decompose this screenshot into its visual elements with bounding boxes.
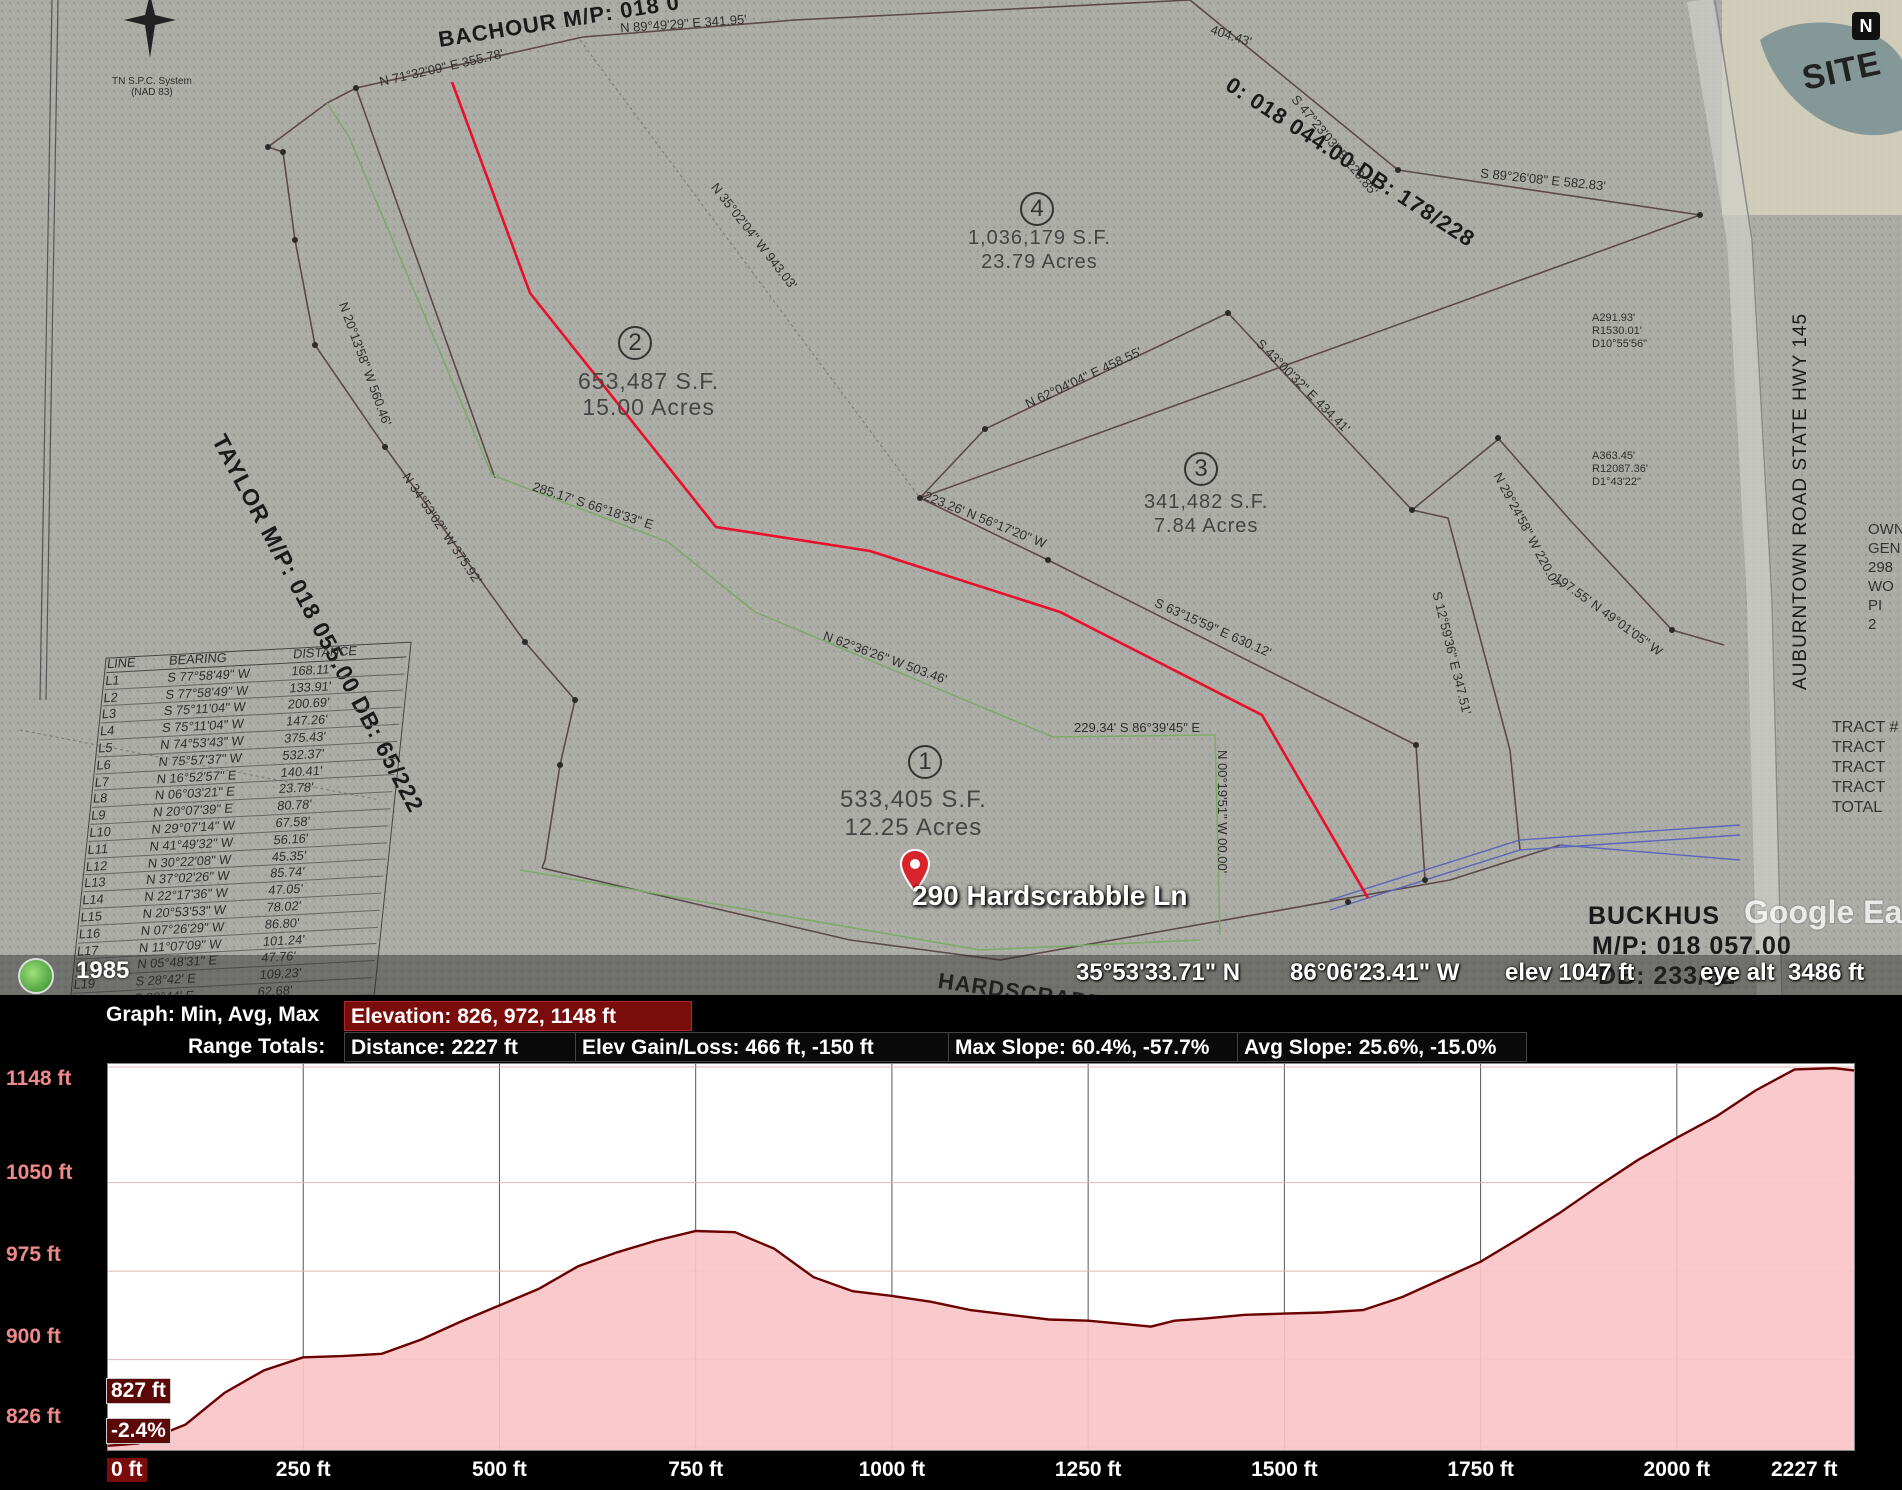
tract-legend-item: TRACT [1832,779,1886,796]
tract-1-area: 533,405 S.F. 12.25 Acres [840,786,987,842]
bearing-label: 229.34' S 86°39'45" E [1074,720,1201,735]
tract-legend-item: TRACT [1832,739,1886,756]
x-tick-label: 500 ft [472,1458,527,1481]
buckhus-label: BUCKHUS [1588,902,1720,930]
x-tick-label: 1500 ft [1251,1458,1318,1481]
tract-legend-item: TOTAL [1832,799,1883,816]
x-tick-label: 2227 ft [1771,1458,1838,1481]
y-tick-label: 1050 ft [6,1161,73,1184]
tract-1-number: 1 [908,745,942,779]
y-tick-label: 975 ft [6,1243,61,1266]
owner-text-line: PI [1868,597,1883,614]
compass-legend: TN S.P.C. System (NAD 83) [112,76,192,98]
owner-text: OWN GEN 298 WO PI 2 [1868,520,1902,634]
elevation-profile-panel: Graph: Min, Avg, Max Elevation: 826, 972… [0,995,1902,1490]
north-indicator-icon[interactable]: N [1852,12,1880,40]
x-tick-label: 1250 ft [1054,1458,1122,1481]
tract-3-sf: 341,482 S.F. [1144,491,1269,513]
x-tick-label: 0 ft [107,1458,147,1482]
tract-3-number: 3 [1184,452,1218,486]
tract-1-sf: 533,405 S.F. [840,786,987,813]
cursor-slope-tag: -2.4% [106,1418,171,1444]
historical-imagery-icon[interactable] [18,958,54,994]
line-table-body: L1 S 77°58'49" W 168.11' L2 S 77°58'49" W 133… [69,657,407,995]
x-tick-label: 1000 ft [858,1458,926,1481]
avg-slope-stat[interactable]: Avg Slope: 25.6%, -15.0% [1237,1032,1527,1062]
tract-legend-item: TRACT [1832,759,1886,776]
google-earth-watermark: Google Ear [1744,894,1902,930]
elev-gain-loss-stat[interactable]: Elev Gain/Loss: 466 ft, -150 ft [575,1032,949,1062]
max-slope-stat[interactable]: Max Slope: 60.4%, -57.7% [948,1032,1238,1062]
tract-3-area: 341,482 S.F. 7.84 Acres [1144,490,1268,538]
elevation-readout: elev 1047 ft [1505,959,1635,986]
y-tick-label: 826 ft [6,1405,61,1428]
highway-label: AUBURNTOWN ROAD STATE HWY 145 [1790,312,1811,690]
owner-text-line: WO [1868,578,1894,595]
tract-2-area: 653,487 S.F. 15.00 Acres [578,368,719,420]
map-view[interactable]: TN S.P.C. System (NAD 83) BACHOUR M/P: 01… [0,0,1902,995]
tract-2-number: 2 [618,326,652,360]
placemark-label[interactable]: 290 Hardscrabble Ln [912,880,1187,912]
tract-4-area: 1,036,179 S.F. 23.79 Acres [968,226,1111,274]
y-tick-label: 900 ft [6,1325,61,1348]
x-tick-label: 750 ft [668,1458,724,1481]
line-table: LINE BEARING DISTANCE L1 S 77°58'49" W 168… [69,640,408,995]
tract-4-number: 4 [1020,192,1054,226]
elevation-stat[interactable]: Elevation: 826, 972, 1148 ft [344,1001,692,1031]
x-tick-label: 1750 ft [1447,1458,1514,1481]
tract-4-sf: 1,036,179 S.F. [968,227,1111,249]
owner-text-line: 298 [1868,559,1894,576]
x-tick-label: 2000 ft [1643,1458,1711,1481]
curve-label: A291.93' R1530.01' D10°55'56" [1592,312,1648,350]
tract-2-acres: 15.00 Acres [582,394,715,420]
graph-mode-label: Graph: Min, Avg, Max [106,1003,320,1026]
tract-4-acres: 23.79 Acres [981,251,1098,273]
range-totals-label: Range Totals: [188,1035,326,1058]
owner-text-line: GEN [1868,540,1901,557]
distance-stat[interactable]: Distance: 2227 ft [344,1032,576,1062]
imagery-year: 1985 [76,957,130,984]
tract-legend: TRACT # TRACT TRACT TRACT TOTAL [1832,718,1898,818]
cursor-elevation-tag: 827 ft [106,1378,171,1404]
y-tick-label: 1148 ft [6,1067,72,1090]
status-bar: 35°53'33.71" N 86°06'23.41" W elev 1047 … [0,955,1902,995]
tract-2-sf: 653,487 S.F. [578,368,720,394]
owner-text-line: OWN [1868,521,1902,538]
bearing-label: N 00°19'51" W 00.00' [1215,750,1230,874]
longitude-readout: 86°06'23.41" W [1290,959,1460,986]
elevation-chart[interactable] [107,1063,1855,1451]
curve-label: A363.45' R12087.36' D1°43'22" [1592,450,1648,488]
x-tick-label: 250 ft [275,1458,331,1481]
tract-legend-item: TRACT # [1832,719,1899,736]
tract-1-acres: 12.25 Acres [844,814,983,841]
eye-altitude-readout: eye alt 3486 ft [1700,959,1865,986]
owner-text-line: 2 [1868,616,1877,633]
latitude-readout: 35°53'33.71" N [1076,959,1241,986]
tract-3-acres: 7.84 Acres [1153,515,1259,537]
